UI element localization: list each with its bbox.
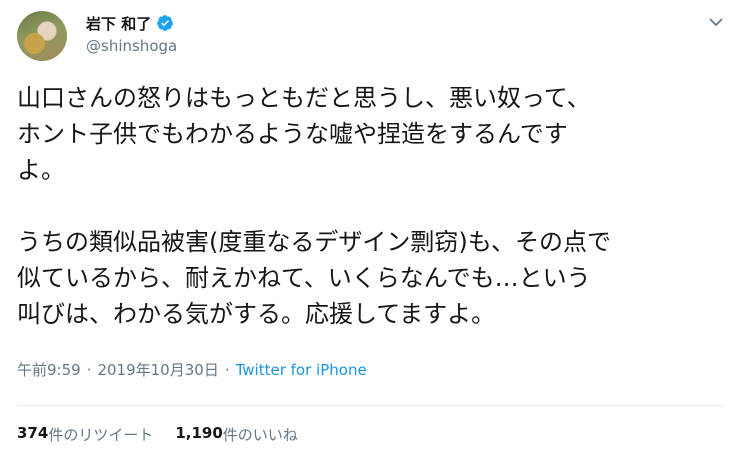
likes-label: 件のいいね [222, 426, 298, 444]
tweet-source-link[interactable]: Twitter for iPhone [236, 361, 367, 379]
display-name[interactable]: 岩下 和了 [86, 13, 151, 34]
retweets-count: 374 [17, 424, 49, 442]
retweets-label: 件のリツイート [48, 426, 154, 444]
user-handle[interactable]: @shinshoga [86, 37, 177, 55]
author-name-row: 岩下 和了 [86, 12, 174, 34]
retweets-stat[interactable]: 374 件のリツイート [17, 424, 153, 445]
tweet-text: 山口さんの怒りはもっともだと思うし、悪い奴って、 ホント子供でもわかるような嘘や… [17, 84, 612, 328]
meta-separator: · [86, 360, 92, 379]
likes-count: 1,190 [175, 424, 223, 442]
meta-separator: · [224, 360, 230, 379]
verified-badge-icon [156, 14, 174, 32]
divider [17, 405, 724, 406]
chevron-down-icon[interactable] [708, 14, 724, 28]
tweet-date[interactable]: 2019年10月30日 [97, 359, 218, 380]
tweet-stats: 374 件のリツイート 1,190 件のいいね [17, 424, 298, 445]
avatar[interactable] [17, 11, 67, 61]
likes-stat[interactable]: 1,190 件のいいね [175, 424, 297, 445]
tweet-meta: 午前9:59 · 2019年10月30日 · Twitter for iPhon… [17, 359, 367, 380]
tweet-time[interactable]: 午前9:59 [17, 359, 81, 380]
